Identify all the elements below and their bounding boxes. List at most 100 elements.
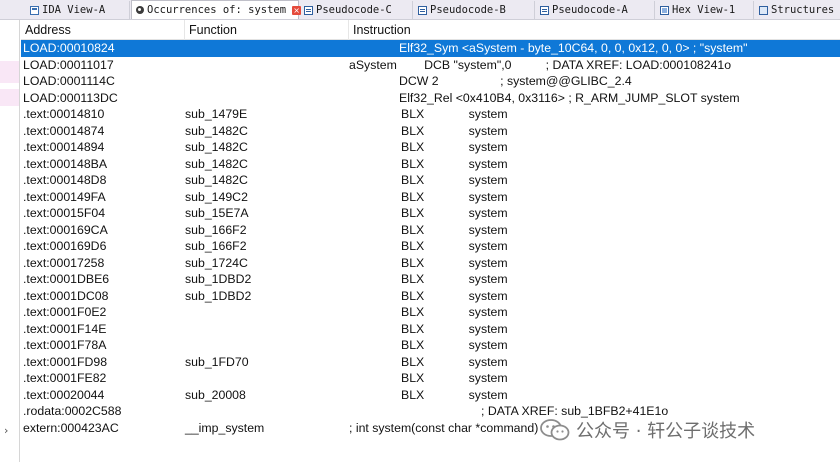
instruction-cell: BLX system [401,123,508,138]
occurrences-icon [136,6,144,14]
function-cell: sub_1482C [185,173,248,187]
instruction-cell: DCW 2 ; system@@GLIBC_2.4 [399,74,632,88]
address-cell: .text:0001F0E2 [23,305,107,319]
instruction-cell: BLX system [401,206,508,220]
tab-label: Occurrences of: system [147,4,287,16]
table-row[interactable]: .text:00014894 sub_1482C BLX system [21,139,840,156]
hex-view-icon [660,5,669,15]
address-cell: .text:0001FD98 [23,354,108,369]
instruction-cell: ; int system(const char *command) [349,420,539,435]
occurrences-table: Address Function Instruction LOAD:000108… [21,20,840,462]
function-cell: sub_1479E [185,107,248,121]
tab-label: IDA View-A [42,4,106,16]
left-gutter: › [0,20,20,462]
tab-label: Pseudocode-B [430,4,506,16]
function-cell: sub_1482C [185,123,248,138]
pseudocode-icon [540,5,549,15]
instruction-cell: BLX system [401,338,508,352]
address-cell: LOAD:0001114C [23,74,115,88]
instruction-cell: BLX system [401,107,508,121]
instruction-cell: Elf32_Sym <aSystem - byte_10C64, 0, 0, 0… [399,41,748,55]
tab-label: Pseudocode-A [552,4,628,16]
address-cell: .text:00015F04 [23,206,106,220]
table-row[interactable]: .text:0001FD98 sub_1FD70 BLX system [21,354,840,371]
table-row[interactable]: .text:00017258 sub_1724C BLX system [21,255,840,272]
instruction-cell: BLX system [401,173,508,187]
table-row[interactable]: .text:0001F0E2 BLX system [21,304,840,321]
function-cell: sub_1DBD2 [185,288,252,303]
tab-label: Structures [771,4,835,16]
address-cell: .text:0001DBE6 [23,272,110,286]
table-row[interactable]: .text:00020044 sub_20008 BLX system [21,387,840,404]
column-header-address[interactable]: Address [21,22,184,38]
table-row[interactable]: LOAD:00010824 Elf32_Sym <aSystem - byte_1… [21,40,840,57]
table-row[interactable]: .text:000148BA sub_1482C BLX system [21,156,840,173]
table-header: Address Function Instruction [21,20,840,40]
address-cell: .text:00014874 [23,123,105,138]
address-cell: .text:000148BA [23,156,108,171]
function-cell: sub_1482C [185,156,248,171]
instruction-cell: BLX system [401,387,508,402]
instruction-cell: BLX system [401,288,508,303]
column-header-function[interactable]: Function [185,22,349,38]
table-row[interactable]: .text:000149FA sub_149C2 BLX system [21,189,840,206]
column-header-instruction[interactable]: Instruction [349,22,839,38]
address-cell: .text:00020044 [23,387,105,402]
address-cell: .text:00017258 [23,255,105,270]
table-row[interactable]: .text:000169D6 sub_166F2 BLX system [21,238,840,255]
instruction-cell: BLX system [401,140,508,154]
instruction-cell: BLX system [401,255,508,270]
table-row[interactable]: .text:0001FE82 BLX system [21,370,840,387]
table-row[interactable]: .text:0001F14E BLX system [21,321,840,338]
address-cell: .text:00014894 [23,140,105,154]
address-cell: .text:0001FE82 [23,371,107,385]
address-cell: LOAD:000113DC [23,90,118,105]
function-cell: sub_149C2 [185,189,248,204]
instruction-cell: BLX system [401,189,508,204]
instruction-cell: aSystem DCB "system",0 ; DATA XREF: LOAD… [349,57,732,72]
function-cell: sub_1724C [185,255,248,270]
table-row[interactable]: .text:0001DBE6 sub_1DBD2 BLX system [21,271,840,288]
instruction-cell: BLX system [401,156,508,171]
table-row[interactable]: LOAD:00011017 aSystem DCB "system",0 ; DA… [21,57,840,74]
table-row[interactable]: .text:000148D8 sub_1482C BLX system [21,172,840,189]
tab-pseudocode-b[interactable]: Pseudocode-B [414,1,535,19]
table-row[interactable]: .text:0001F78A BLX system [21,337,840,354]
address-cell: .text:0001DC08 [23,288,109,303]
address-cell: extern:000423AC [23,420,119,435]
instruction-cell: BLX system [401,321,508,336]
instruction-cell: Elf32_Rel <0x410B4, 0x3116> ; R_ARM_JUMP… [399,90,740,105]
tab-label: Hex View-1 [672,4,736,16]
wechat-logo-icon [540,419,570,441]
function-cell: sub_1DBD2 [185,272,252,286]
tab-structures[interactable]: Structures [755,1,840,19]
address-cell: LOAD:00011017 [23,57,114,72]
address-cell: .text:000149FA [23,189,106,204]
function-cell: sub_1482C [185,140,248,154]
tab-ida-view-a[interactable]: IDA View-A [26,1,130,19]
tab-bar: IDA View-A Occurrences of: system × Pseu… [0,0,840,20]
instruction-cell: BLX system [401,371,508,385]
table-row[interactable]: LOAD:0001114C DCW 2 ; system@@GLIBC_2.4 [21,73,840,90]
address-cell: .text:000148D8 [23,173,107,187]
tab-pseudocode-a[interactable]: Pseudocode-A [536,1,655,19]
tab-pseudocode-c[interactable]: Pseudocode-C [300,1,413,19]
table-row[interactable]: LOAD:000113DC Elf32_Rel <0x410B4, 0x3116>… [21,90,840,107]
address-cell: .text:0001F78A [23,338,107,352]
function-cell: sub_166F2 [185,239,247,253]
instruction-cell: BLX system [401,272,508,286]
table-row[interactable]: .text:00015F04 sub_15E7A BLX system [21,205,840,222]
gutter-highlight [0,61,19,83]
address-cell: .text:0001F14E [23,321,107,336]
chevron-right-icon[interactable]: › [4,424,8,437]
table-body: LOAD:00010824 Elf32_Sym <aSystem - byte_1… [21,40,840,436]
function-cell: __imp_system [185,420,265,435]
table-row[interactable]: .text:0001DC08 sub_1DBD2 BLX system [21,288,840,305]
tab-hex-view-1[interactable]: Hex View-1 [656,1,754,19]
table-row[interactable]: .text:00014810 sub_1479E BLX system [21,106,840,123]
table-row[interactable]: .text:00014874 sub_1482C BLX system [21,123,840,140]
table-row[interactable]: .text:000169CA sub_166F2 BLX system [21,222,840,239]
function-cell: sub_20008 [185,387,246,402]
pseudocode-icon [304,5,313,15]
tab-occurrences-of-system[interactable]: Occurrences of: system × [131,0,302,19]
